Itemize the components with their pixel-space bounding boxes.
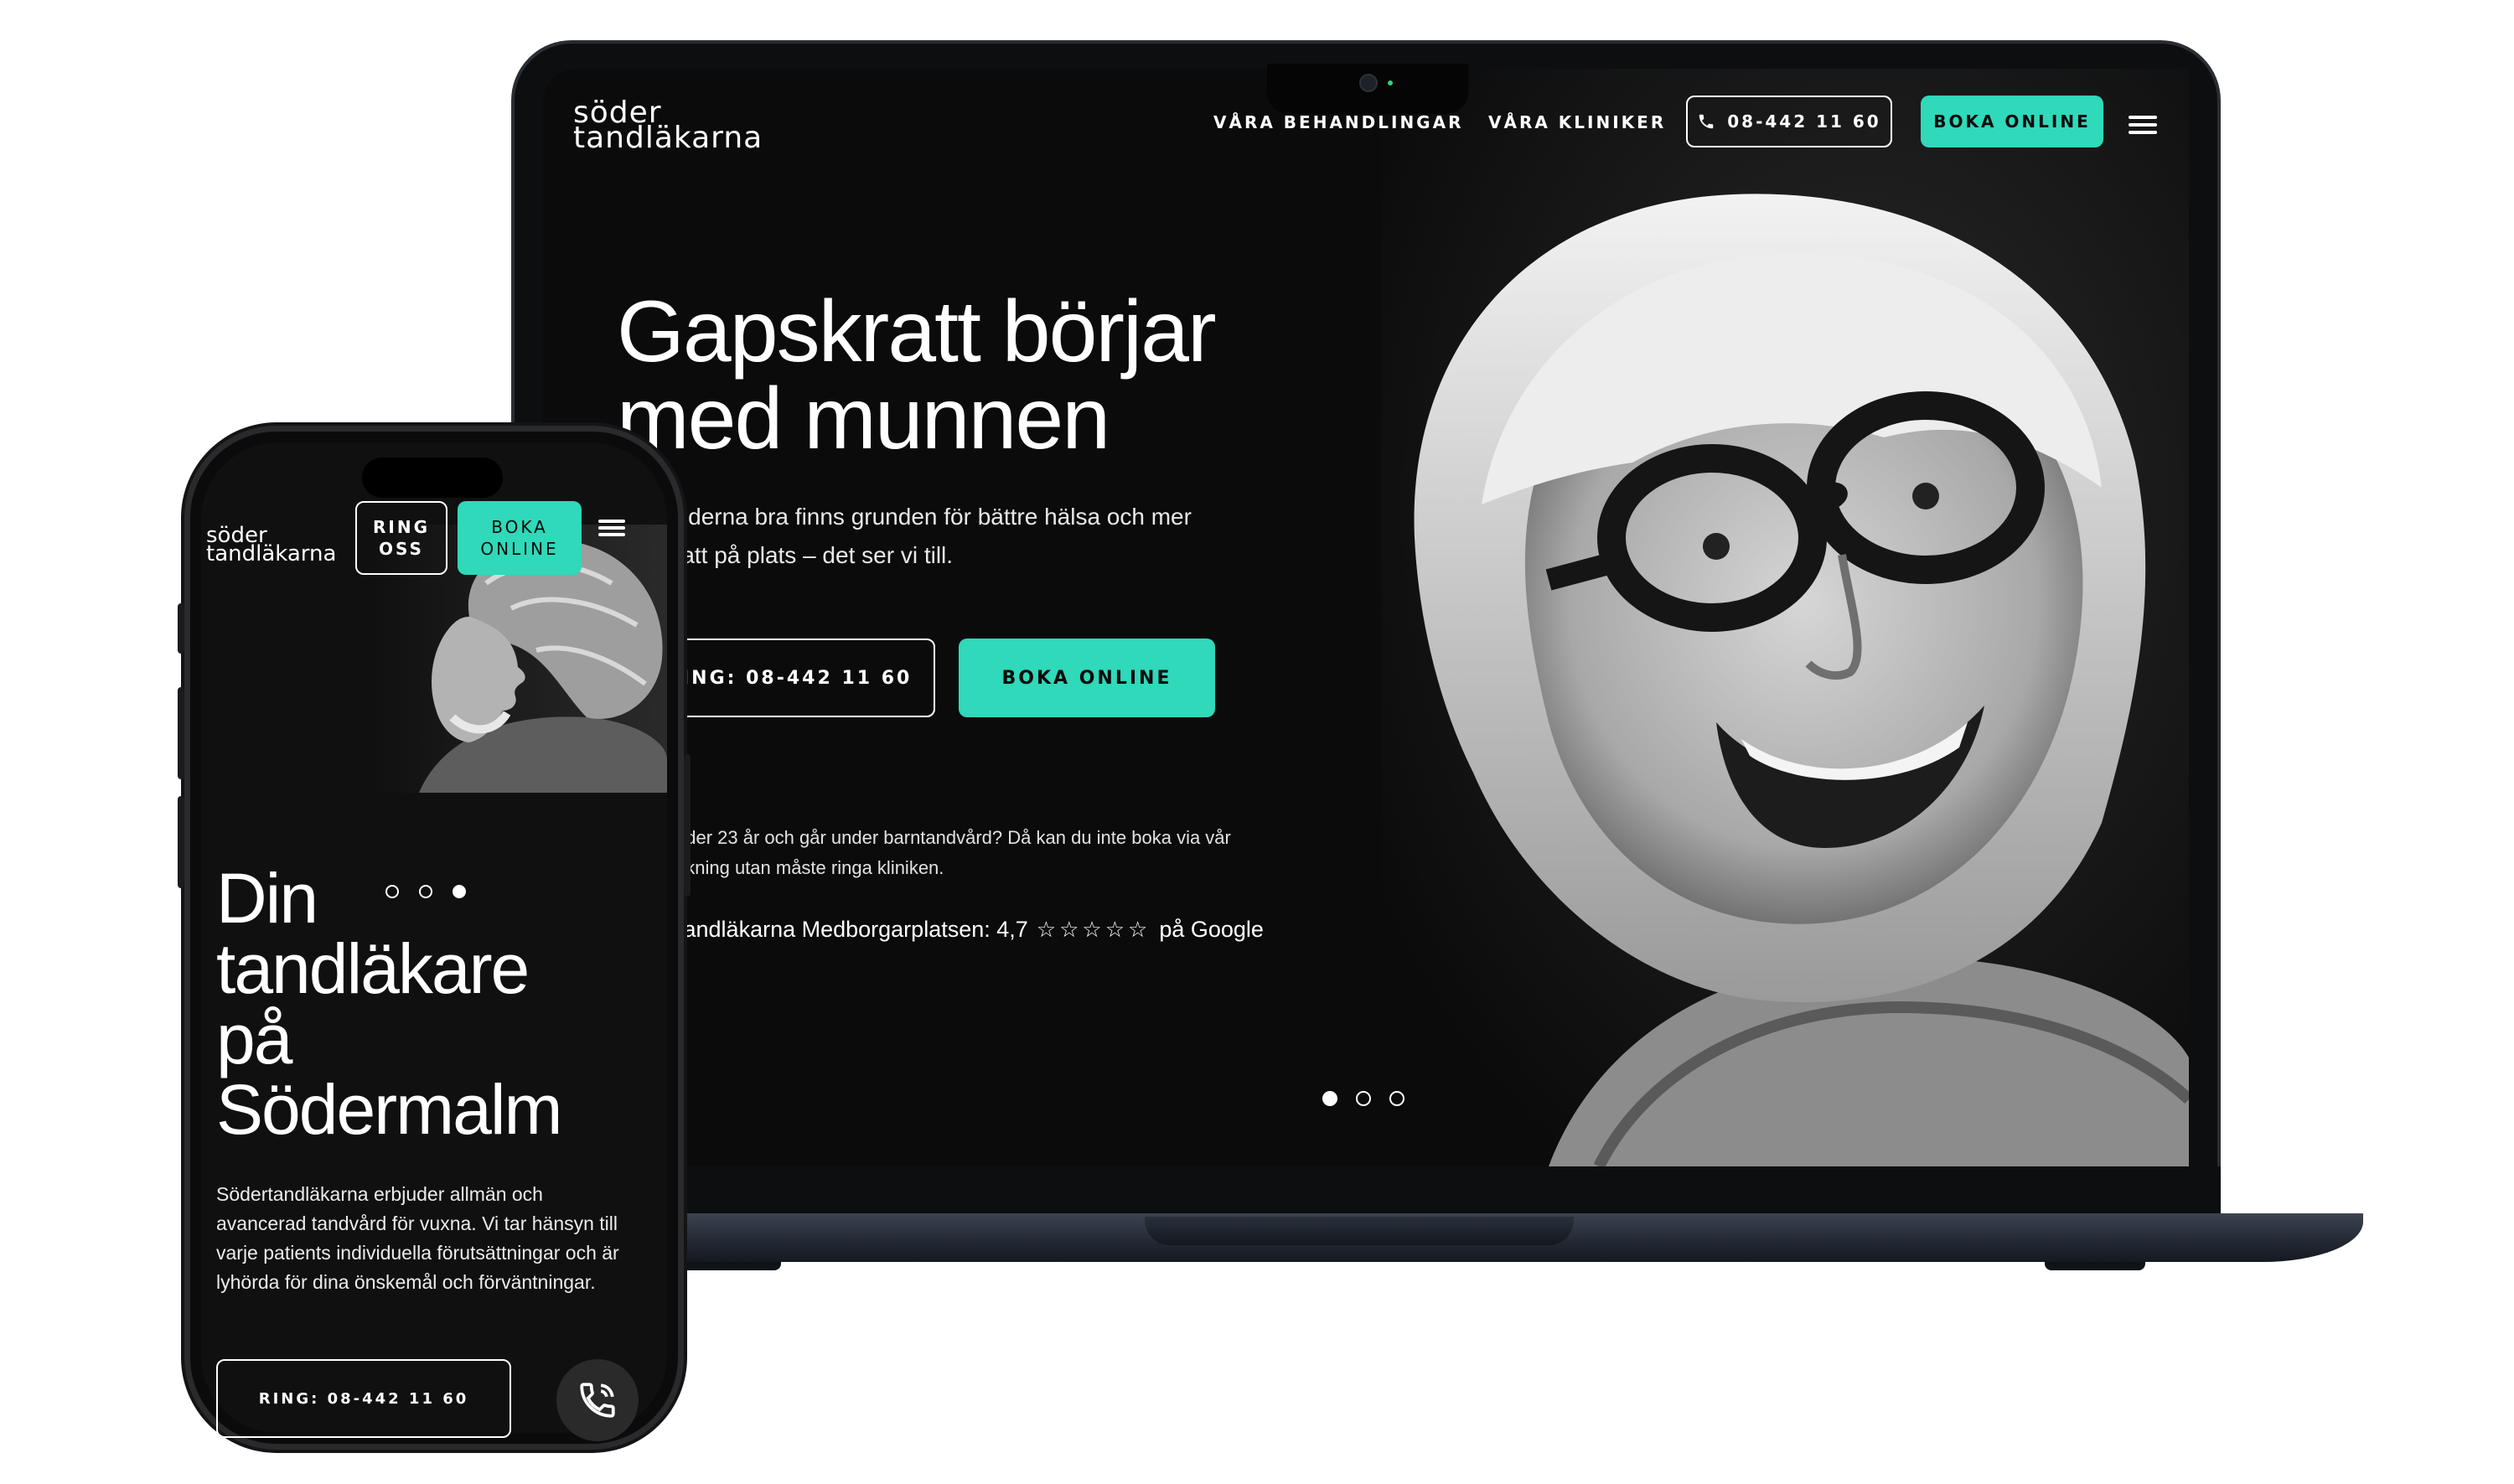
hero-headline-line-1: Gapskratt börjar [617,283,1217,380]
phone-menu-icon[interactable] [598,520,625,536]
phone-hero-headline: Din tandläkare på Södermalm [216,859,562,1149]
phone-headline-line-3: på [216,1000,292,1078]
phone-headline-line-4: Södermalm [216,1070,562,1149]
slider-dot-2[interactable] [1356,1091,1371,1106]
floating-call-button[interactable] [556,1359,639,1441]
brand-logo[interactable]: söder tandläkarna [573,98,763,155]
hero-lead-line-1: änderna bra finns grunden för bättre häl… [662,504,1192,530]
hero-book-button[interactable]: BOKA ONLINE [959,639,1215,717]
rating-suffix: på Google [1159,917,1264,942]
hero-note-line-1: nder 23 år och går under barntandvård? D… [675,827,1231,848]
slider-dot-1[interactable] [1322,1091,1337,1106]
hero-lead: änderna bra finns grunden för bättre häl… [662,498,1299,575]
logo-line-2: tandläkarna [573,121,763,155]
nav-link-clinics[interactable]: VÅRA KLINIKER [1488,112,1666,132]
phone-logo-line-2: tandläkarna [206,541,337,566]
menu-icon[interactable] [2129,116,2157,134]
phone-power-button [684,754,691,897]
hero-portrait-woman [1381,69,2189,1166]
phone-brand-logo[interactable]: söder tandläkarna [206,525,337,566]
dynamic-island [362,458,503,498]
hero-headline-line-2: med munnen [617,370,1110,468]
laptop-foot-left [680,1262,781,1270]
phone-side-button [178,603,184,654]
camera-icon [1359,74,1378,92]
phone-icon [1699,114,1714,129]
phone-call-icon [580,1383,615,1418]
phone-call-button[interactable]: RING OSS [355,501,447,575]
header-phone-button[interactable]: 08-442 11 60 [1686,96,1892,147]
phone-volume-down [178,796,184,888]
header-phone-label: 08-442 11 60 [1727,111,1881,132]
phone-volume-up [178,687,184,779]
phone-headline-line-1: Din [216,859,318,938]
star-icons: ☆☆☆☆☆ [1036,917,1151,942]
hero-headline: Gapskratt börjar med munnen [617,283,1217,468]
phone-headline-line-2: tandläkare [216,929,530,1008]
camera-led-icon [1388,80,1393,85]
hero-note: nder 23 år och går under barntandvård? D… [675,823,1312,883]
slider-dot-3[interactable] [1389,1091,1404,1106]
phone-hero-call-button[interactable]: RING: 08-442 11 60 [216,1359,511,1438]
laptop-hinge [1145,1217,1574,1245]
hero-lead-line-2: kratt på plats – det ser vi till. [662,542,954,568]
phone-hero-body: Södertandläkarna erbjuder allmän och ava… [216,1183,619,1293]
rating-text: tandläkarna Medborgarplatsen: 4,7 [677,917,1028,942]
google-rating[interactable]: tandläkarna Medborgarplatsen: 4,7 ☆☆☆☆☆ … [677,917,1264,943]
laptop-foot-right [2045,1262,2145,1270]
hero-note-line-2: okning utan måste ringa kliniken. [675,857,944,878]
hero-slider-dots [1322,1091,1404,1106]
laptop-bezel [511,1166,2221,1217]
header-book-button[interactable]: BOKA ONLINE [1921,96,2103,147]
phone-book-button[interactable]: BOKA ONLINE [458,501,582,575]
nav-link-treatments[interactable]: VÅRA BEHANDLINGAR [1213,112,1463,132]
